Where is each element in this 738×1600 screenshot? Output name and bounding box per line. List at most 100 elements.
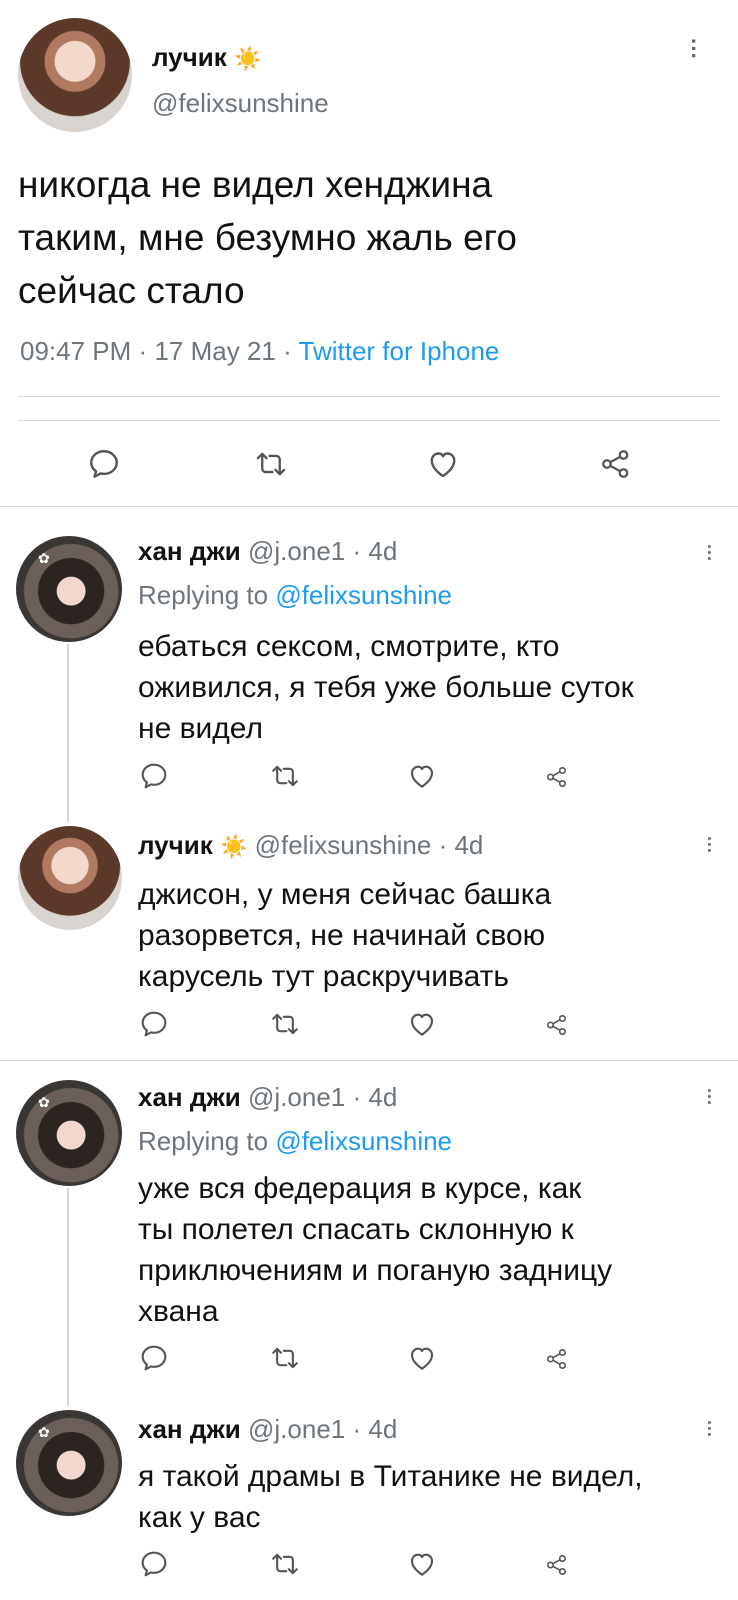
reply-text-line: как у вас: [138, 1501, 261, 1534]
more-icon[interactable]: ···: [699, 836, 719, 854]
divider: [0, 1060, 738, 1061]
tweet-meta: 09:47 PM · 17 May 21 · Twitter for Iphon…: [20, 336, 499, 367]
handle[interactable]: @j.one1: [248, 1414, 345, 1444]
thread-line: [67, 644, 69, 822]
heart-icon: [410, 1347, 434, 1370]
retweet-button[interactable]: [268, 760, 302, 792]
share-icon: [546, 1554, 566, 1576]
author-name[interactable]: лучик ☀️: [152, 42, 261, 73]
reply-text-line: хвана: [138, 1295, 219, 1328]
reply-button[interactable]: [138, 760, 170, 792]
handle[interactable]: @j.one1: [248, 1082, 345, 1112]
more-icon[interactable]: ···: [699, 544, 719, 562]
reply-age: 4d: [368, 1082, 398, 1112]
reply-text-line: не видел: [138, 712, 263, 745]
avatar[interactable]: ✿: [16, 536, 122, 642]
retweet-button[interactable]: [268, 1342, 302, 1374]
reply-button[interactable]: [138, 1008, 170, 1040]
share-icon: [546, 1348, 566, 1370]
divider: [18, 420, 720, 421]
like-button[interactable]: [425, 446, 461, 482]
handle[interactable]: @felixsunshine: [255, 830, 432, 860]
share-button[interactable]: [544, 1012, 570, 1038]
avatar[interactable]: [18, 18, 132, 132]
share-button[interactable]: [544, 764, 570, 790]
reply-icon: [141, 763, 167, 789]
share-icon: [546, 766, 566, 788]
more-icon[interactable]: ···: [699, 1088, 719, 1106]
retweet-button[interactable]: [268, 1008, 302, 1040]
like-button[interactable]: [406, 1008, 438, 1040]
tweet-text-line: таким, мне безумно жаль его: [18, 217, 517, 258]
reply-button[interactable]: [138, 1548, 170, 1580]
share-icon: [602, 450, 629, 478]
reply-text-line: уже вся федерация в курсе, как: [138, 1172, 582, 1205]
avatar[interactable]: ✿: [16, 1080, 122, 1186]
handle[interactable]: @j.one1: [248, 536, 345, 566]
tweet-text-line: никогда не видел хенджина: [18, 164, 493, 205]
replying-prefix: Replying to: [138, 1126, 269, 1156]
reply-icon: [141, 1345, 167, 1371]
display-name[interactable]: хан джи: [138, 1082, 241, 1112]
avatar[interactable]: [18, 826, 122, 930]
more-icon[interactable]: ···: [699, 1420, 719, 1438]
retweet-icon: [272, 1553, 298, 1575]
share-button[interactable]: [544, 1552, 570, 1578]
divider: [18, 396, 720, 397]
reply-text-line: карусель тут раскручивать: [138, 960, 510, 993]
share-button[interactable]: [598, 446, 634, 482]
reply-text-line: я такой драмы в Титанике не видел,: [138, 1460, 643, 1493]
tweet-text-line: сейчас стало: [18, 270, 245, 311]
share-icon: [546, 1014, 566, 1036]
display-name[interactable]: хан джи: [138, 536, 241, 566]
thread-line: [67, 1188, 69, 1406]
reply-age: 4d: [368, 1414, 398, 1444]
divider: [0, 506, 738, 507]
reply-text-line: ебаться сексом, смотрите, кто: [138, 630, 560, 663]
heart-icon: [430, 452, 456, 478]
reply-text-line: оживился, я тебя уже больше суток: [138, 671, 634, 704]
retweet-button[interactable]: [252, 446, 290, 482]
separator-dot: ·: [352, 536, 362, 566]
avatar[interactable]: ✿: [16, 1410, 122, 1516]
reply-text: я такой драмы в Титанике не видел, как у…: [138, 1456, 643, 1538]
reply-icon: [141, 1011, 167, 1037]
reply-text-line: разорвется, не начинай свою: [138, 919, 546, 952]
replying-handle[interactable]: @felixsunshine: [275, 580, 452, 610]
tweet-time: 09:47 PM: [20, 336, 132, 366]
reply-text: уже вся федерация в курсе, как ты полете…: [138, 1168, 612, 1332]
handle[interactable]: @felixsunshine: [152, 88, 329, 119]
reply-text-line: джисон, у меня сейчас башка: [138, 878, 552, 911]
reply-age: 4d: [454, 830, 484, 860]
reply-icon: [90, 450, 118, 478]
display-name[interactable]: лучик: [138, 830, 213, 860]
reply-header: лучик ☀️ @felixsunshine · 4d: [138, 830, 483, 861]
reply-button[interactable]: [138, 1342, 170, 1374]
share-button[interactable]: [544, 1346, 570, 1372]
replying-prefix: Replying to: [138, 580, 269, 610]
display-name: лучик: [152, 42, 227, 72]
heart-icon: [410, 1553, 434, 1576]
separator-dot: ·: [283, 336, 292, 366]
retweet-icon: [272, 1013, 298, 1035]
more-icon[interactable]: ···: [681, 38, 706, 60]
like-button[interactable]: [406, 1342, 438, 1374]
like-button[interactable]: [406, 760, 438, 792]
separator-dot: ·: [438, 830, 448, 860]
tweet-source[interactable]: Twitter for Iphone: [299, 336, 500, 366]
replying-handle[interactable]: @felixsunshine: [275, 1126, 452, 1156]
heart-icon: [410, 1013, 434, 1036]
replying-to: Replying to @felixsunshine: [138, 580, 452, 611]
like-button[interactable]: [406, 1548, 438, 1580]
display-name[interactable]: хан джи: [138, 1414, 241, 1444]
retweet-icon: [272, 765, 298, 787]
reply-age: 4d: [368, 536, 398, 566]
reply-text-line: ты полетел спасать склонную к: [138, 1213, 574, 1246]
reply-text: джисон, у меня сейчас башка разорвется, …: [138, 874, 551, 997]
retweet-button[interactable]: [268, 1548, 302, 1580]
retweet-icon: [272, 1347, 298, 1369]
reply-header: хан джи @j.one1 · 4d: [138, 536, 397, 567]
reply-button[interactable]: [86, 446, 122, 482]
heart-icon: [410, 765, 434, 788]
reply-text-line: приключениям и поганую задницу: [138, 1254, 613, 1287]
